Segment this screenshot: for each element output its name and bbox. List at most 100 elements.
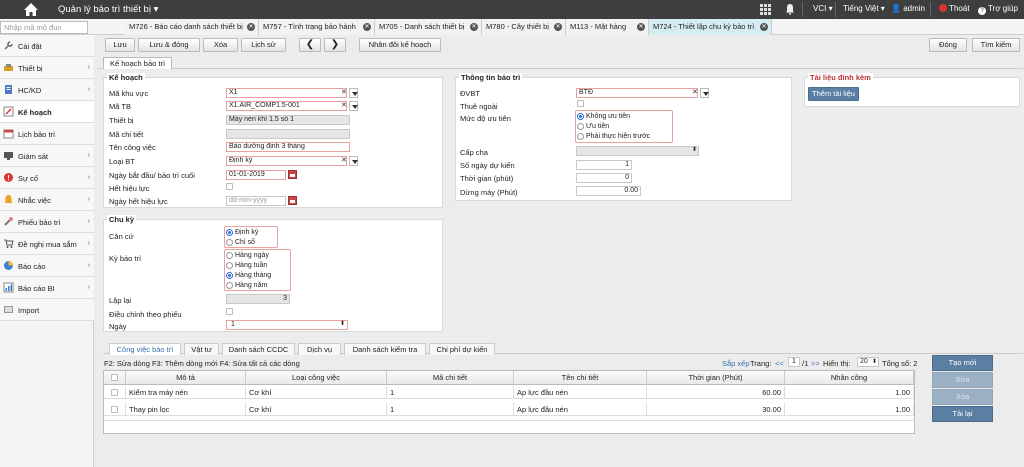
sidebar-item-import[interactable]: Import (0, 299, 94, 321)
sidebar-item-report[interactable]: Báo cáo › (0, 255, 94, 277)
row-checkbox[interactable] (111, 389, 118, 396)
help-link[interactable]: ? Trợ giúp (978, 4, 1018, 15)
tab-maintenance-jobs[interactable]: Công việc bảo trì (109, 343, 181, 355)
sidebar-item-purchase-request[interactable]: Đề nghị mua sắm › (0, 233, 94, 255)
doc-tab-m726[interactable]: M726 - Báo cáo danh sách thiết bị ✕ (125, 19, 259, 35)
priority-radio-must-first[interactable] (577, 133, 584, 140)
maintenance-type-dropdown-button[interactable] (349, 156, 358, 166)
select-all-checkbox[interactable] (111, 374, 118, 381)
close-icon[interactable]: ✕ (247, 23, 255, 31)
clear-icon[interactable]: ✕ (341, 88, 347, 96)
sidebar-item-schedule[interactable]: Lịch bảo trì (0, 123, 94, 145)
column-header[interactable]: Nhân công (785, 371, 914, 385)
next-page-link[interactable]: >> (811, 359, 820, 368)
duplicate-plan-button[interactable]: Nhân đôi kế hoạch (359, 38, 441, 52)
column-header[interactable]: Mô tả (126, 371, 246, 385)
column-header[interactable]: Thời gian (Phút) (647, 371, 785, 385)
delete-button[interactable]: Xóa (203, 38, 238, 52)
tab-services[interactable]: Dịch vụ (298, 343, 341, 355)
start-date-input[interactable]: 01-01-2019 (226, 170, 286, 180)
page-number-input[interactable]: 1 (788, 357, 800, 367)
tab-checklist[interactable]: Danh sách kiểm tra (344, 343, 426, 355)
basis-radio-index[interactable] (226, 239, 233, 246)
reload-button[interactable]: Tải lại (932, 406, 993, 422)
estimated-days-input[interactable]: 1 (576, 160, 632, 170)
create-new-button[interactable]: Tạo mới (932, 355, 993, 371)
equipment-code-input[interactable]: X1.AIR_COMP1.5-001 (226, 101, 347, 111)
logout-link[interactable]: Thoát (939, 4, 970, 13)
find-button[interactable]: Tìm kiếm (972, 38, 1020, 52)
save-button[interactable]: Lưu (105, 38, 135, 52)
sidebar-item-reminder[interactable]: Nhắc việc › (0, 189, 94, 211)
prev-record-button[interactable]: ❮ (299, 38, 321, 52)
column-header[interactable]: Loại công việc (246, 371, 387, 385)
tab-maintenance-plan[interactable]: Kế hoạch bảo trì (103, 57, 173, 69)
tab-materials[interactable]: Vật tư (184, 343, 219, 355)
calendar-icon[interactable] (288, 170, 297, 179)
close-icon[interactable]: ✕ (554, 23, 562, 31)
priority-radio-none[interactable] (577, 113, 584, 120)
user-menu[interactable]: 👤 admin (891, 4, 925, 13)
doc-tab-m757[interactable]: M757 - Tình trạng bảo hành ✕ (259, 19, 375, 35)
language-selector[interactable]: Tiếng Việt ▾ (843, 4, 885, 13)
column-header[interactable]: Tên chi tiết (514, 371, 647, 385)
sidebar-item-monitoring[interactable]: Giám sát › (0, 145, 94, 167)
close-button[interactable]: Đóng (929, 38, 967, 52)
priority-radio-priority[interactable] (577, 123, 584, 130)
bell-icon[interactable] (785, 3, 795, 15)
area-input[interactable]: X1 (226, 88, 347, 98)
close-icon[interactable]: ✕ (470, 23, 478, 31)
sidebar-item-maintenance-ticket[interactable]: Phiếu bảo trì › (0, 211, 94, 233)
expired-checkbox[interactable] (226, 183, 233, 190)
prev-page-link[interactable]: << (775, 359, 784, 368)
app-title-menu[interactable]: Quản lý bảo trì thiết bị ▾ (58, 4, 158, 15)
next-record-button[interactable]: ❯ (324, 38, 346, 52)
clear-icon[interactable]: ✕ (341, 101, 347, 109)
equipment-code-dropdown-button[interactable] (349, 101, 358, 111)
close-icon[interactable]: ✕ (637, 23, 645, 31)
sidebar-item-incident[interactable]: Sự cố › (0, 167, 94, 189)
outsource-checkbox[interactable] (577, 100, 584, 107)
column-header[interactable]: Mã chi tiết (387, 371, 514, 385)
save-close-button[interactable]: Lưu & đóng (138, 38, 200, 52)
row-checkbox[interactable] (111, 406, 118, 413)
period-radio-daily[interactable] (226, 252, 233, 259)
doc-tab-m780[interactable]: M780 - Cây thiết bị ✕ (482, 19, 566, 35)
tab-tools-list[interactable]: Danh sách CCDC (222, 343, 295, 355)
module-search-input[interactable] (0, 21, 88, 34)
downtime-input[interactable]: 0.00 (576, 186, 641, 196)
adjust-by-ticket-checkbox[interactable] (226, 308, 233, 315)
clear-icon[interactable]: ✕ (692, 88, 698, 96)
sidebar-item-bi-report[interactable]: Báo cáo BI › (0, 277, 94, 299)
repeat-input[interactable]: 3 (226, 294, 290, 304)
home-icon[interactable] (23, 2, 39, 17)
doc-tab-m724[interactable]: M724 - Thiết lập chu kỳ bảo trì ✕ (649, 19, 772, 35)
sidebar-item-settings[interactable]: Cài đặt (0, 35, 94, 57)
delete-row-button[interactable]: Xóa (932, 389, 993, 405)
edit-button[interactable]: Sửa (932, 372, 993, 388)
basis-radio-periodic[interactable] (226, 229, 233, 236)
day-select[interactable]: 1 (226, 320, 348, 330)
doc-tab-m705[interactable]: M705 - Danh sách thiết bị ✕ (375, 19, 482, 35)
close-icon[interactable]: ✕ (760, 23, 768, 31)
sidebar-item-hckd[interactable]: HC/KD › (0, 79, 94, 101)
parent-select[interactable] (576, 146, 699, 156)
maintenance-type-input[interactable]: Định kỳ (226, 156, 347, 166)
close-icon[interactable]: ✕ (363, 23, 371, 31)
history-button[interactable]: Lịch sử (241, 38, 286, 52)
period-radio-yearly[interactable] (226, 282, 233, 289)
org-selector[interactable]: VCI ▾ (813, 4, 833, 13)
area-dropdown-button[interactable] (349, 88, 358, 98)
sidebar-item-equipment[interactable]: Thiết bị › (0, 57, 94, 79)
maintenance-unit-dropdown-button[interactable] (700, 88, 709, 98)
expiry-date-input[interactable]: dd-mm-yyyy (226, 196, 286, 206)
sort-link[interactable]: Sắp xếp (722, 359, 750, 368)
doc-tab-m113[interactable]: M113 - Mặt hàng ✕ (566, 19, 649, 35)
period-radio-weekly[interactable] (226, 262, 233, 269)
clear-icon[interactable]: ✕ (341, 156, 347, 164)
duration-input[interactable]: 0 (576, 173, 632, 183)
add-attachment-button[interactable]: Thêm tài liệu (808, 87, 859, 101)
period-radio-monthly[interactable] (226, 272, 233, 279)
tab-estimated-cost[interactable]: Chi phí dự kiến (429, 343, 495, 355)
job-name-input[interactable]: Bảo dưỡng định 3 tháng (226, 142, 350, 152)
